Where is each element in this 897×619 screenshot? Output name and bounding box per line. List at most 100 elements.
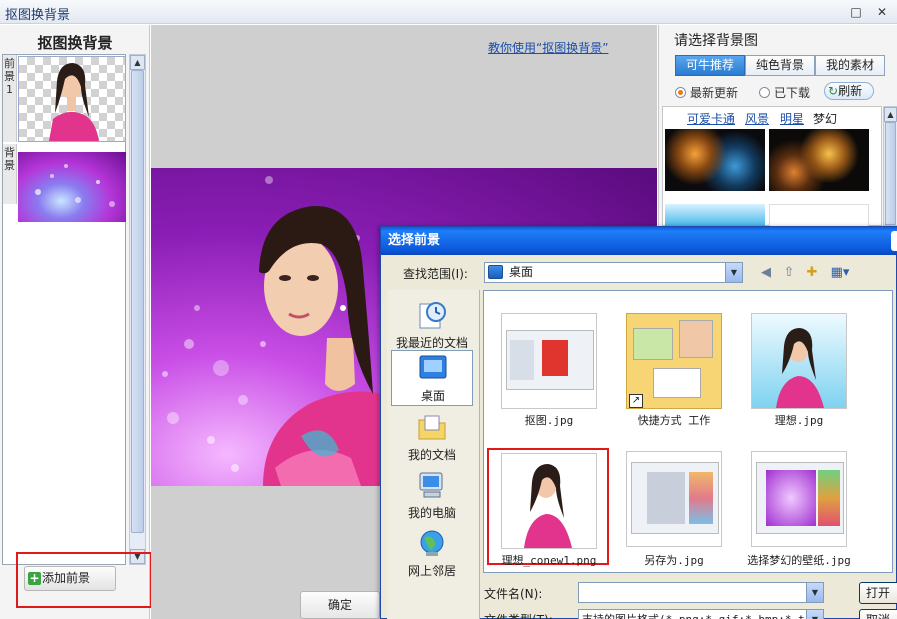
file-item[interactable]: 选择梦幻的壁纸.jpg	[736, 451, 854, 573]
chevron-down-icon[interactable]: ▼	[725, 263, 742, 282]
file-name: 抠图.jpg	[524, 414, 574, 427]
background-picker-title: 请选择背景图	[674, 33, 758, 49]
tab-foreground-1[interactable]: 前景1	[3, 55, 17, 142]
open-button[interactable]: 打开	[859, 582, 897, 604]
add-foreground-label: 添加前景	[42, 571, 91, 585]
file-name: 另存为.jpg	[644, 554, 704, 567]
file-item[interactable]: ↗ 快捷方式 工作	[611, 313, 729, 433]
dialog-close-icon[interactable]	[891, 231, 897, 251]
network-icon	[420, 530, 444, 556]
my-computer-icon	[419, 472, 443, 498]
category-dreamy[interactable]: 梦幻	[813, 110, 837, 127]
shortcut-folder-thumbnail: ↗	[626, 313, 722, 409]
background-thumb-bokeh-1[interactable]	[665, 129, 765, 191]
refresh-label: 刷新	[838, 84, 863, 98]
look-in-dropdown[interactable]: 桌面 ▼	[484, 262, 743, 283]
background-grid: 可爱卡通 风景 明星 梦幻	[662, 106, 882, 227]
layer-list: 前景1 背景	[2, 54, 126, 565]
restore-icon[interactable]: □	[848, 4, 864, 20]
desktop-icon	[488, 265, 503, 279]
category-stars[interactable]: 明星	[780, 110, 804, 127]
places-bar: 我最近的文档 桌面 我的文档 我的电脑 网上邻居	[387, 290, 480, 619]
layers-panel: 抠图换背景 前景1 背景 ▲ ▼ + 添加前景	[0, 25, 152, 619]
chevron-down-icon[interactable]: ▼	[806, 583, 823, 602]
place-my-documents-label: 我的文档	[407, 448, 456, 462]
file-name: 理想.jpg	[774, 414, 824, 427]
scroll-up-icon[interactable]: ▲	[884, 107, 897, 122]
up-folder-icon[interactable]: ⇧	[780, 264, 798, 282]
file-item[interactable]: 理想.jpg	[736, 313, 854, 433]
background-thumbnail[interactable]	[18, 152, 126, 222]
file-name: 选择梦幻的壁纸.jpg	[747, 554, 851, 567]
file-name-input[interactable]	[578, 582, 824, 603]
new-folder-icon[interactable]: ✚	[803, 264, 821, 282]
file-item[interactable]: 抠图.jpg	[486, 313, 604, 433]
scrollbar-thumb[interactable]	[885, 122, 896, 225]
foreground-thumbnail[interactable]	[18, 56, 126, 142]
file-thumbnail	[751, 313, 847, 409]
cancel-button[interactable]: 取消	[859, 609, 897, 619]
category-cartoon[interactable]: 可爱卡通	[687, 110, 735, 127]
file-item[interactable]: 另存为.jpg	[611, 451, 729, 573]
select-foreground-dialog: 选择前景 查找范围(I): 桌面 ▼ ◀ ⇧ ✚ ▦▾ 我最近的文档 桌面 我的…	[380, 226, 897, 619]
my-documents-icon	[418, 415, 446, 440]
background-thumb-blue[interactable]	[665, 204, 765, 227]
file-name: 理想_conew1.png	[501, 554, 597, 567]
chevron-down-icon[interactable]: ▼	[806, 610, 823, 619]
tab-background[interactable]: 背景	[3, 144, 17, 204]
place-network-label: 网上邻居	[407, 564, 456, 578]
file-type-dropdown[interactable]: 支持的图片格式(*.png;*.gif;*.bmp;*.ti	[578, 609, 824, 619]
look-in-label: 查找范围(I):	[403, 267, 468, 281]
recent-documents-icon	[419, 302, 446, 329]
file-thumbnail	[751, 451, 847, 547]
tab-my-materials[interactable]: 我的素材	[815, 55, 885, 76]
add-foreground-button[interactable]: + 添加前景	[24, 566, 116, 591]
add-icon: +	[28, 571, 41, 585]
tab-recommended[interactable]: 可牛推荐	[675, 55, 745, 76]
place-recent-label: 我最近的文档	[395, 336, 468, 350]
file-name: 快捷方式 工作	[637, 414, 711, 427]
place-desktop[interactable]: 桌面	[391, 350, 473, 406]
window-title-bar: 抠图换背景 □ ✕	[0, 0, 897, 24]
radio-unchecked-icon	[759, 87, 770, 98]
refresh-icon: ↻	[828, 84, 839, 98]
view-menu-icon[interactable]: ▦▾	[827, 264, 853, 282]
scroll-up-icon[interactable]: ▲	[130, 55, 145, 70]
tab-solid-color[interactable]: 纯色背景	[745, 55, 815, 76]
file-type-label: 文件类型(T):	[484, 611, 553, 619]
radio-latest-label: 最新更新	[690, 86, 739, 100]
ok-button[interactable]: 确定	[300, 591, 380, 619]
window-title: 抠图换背景	[5, 8, 71, 23]
radio-latest[interactable]: 最新更新	[675, 84, 738, 101]
layer-list-scrollbar[interactable]: ▲ ▼	[129, 54, 146, 565]
place-desktop-label: 桌面	[420, 389, 445, 403]
place-network[interactable]: 网上邻居	[391, 526, 473, 582]
back-icon[interactable]: ◀	[757, 264, 775, 282]
layers-panel-title: 抠图换背景	[37, 34, 113, 52]
place-my-computer-label: 我的电脑	[407, 506, 456, 520]
file-thumbnail	[501, 313, 597, 409]
file-item[interactable]: 理想_conew1.png	[486, 453, 604, 573]
background-grid-scrollbar[interactable]: ▲	[883, 106, 897, 226]
radio-downloaded-label: 已下载	[774, 86, 811, 100]
file-thumbnail	[501, 453, 597, 549]
desktop-place-icon	[419, 355, 447, 379]
background-thumb-bokeh-2[interactable]	[769, 129, 869, 191]
file-thumbnail	[626, 451, 722, 547]
file-list: 抠图.jpg ↗ 快捷方式 工作 理想.jpg 理想_conew1.png 另存…	[483, 290, 893, 573]
place-my-computer[interactable]: 我的电脑	[391, 468, 473, 524]
scrollbar-thumb[interactable]	[131, 70, 144, 533]
tutorial-link[interactable]: 教你使用“抠图换背景”	[488, 39, 608, 56]
look-in-value: 桌面	[509, 265, 534, 279]
file-name-label: 文件名(N):	[484, 587, 543, 601]
place-my-documents[interactable]: 我的文档	[391, 410, 473, 466]
category-scenery[interactable]: 风景	[745, 110, 769, 127]
radio-checked-icon	[675, 87, 686, 98]
refresh-button[interactable]: ↻刷新	[824, 82, 874, 100]
dialog-title: 选择前景	[381, 227, 897, 255]
radio-downloaded[interactable]: 已下载	[759, 84, 810, 101]
shortcut-arrow-icon: ↗	[629, 394, 643, 408]
place-recent-documents[interactable]: 我最近的文档	[391, 298, 473, 354]
close-icon[interactable]: ✕	[874, 4, 890, 20]
background-thumb-blank[interactable]	[769, 204, 869, 227]
